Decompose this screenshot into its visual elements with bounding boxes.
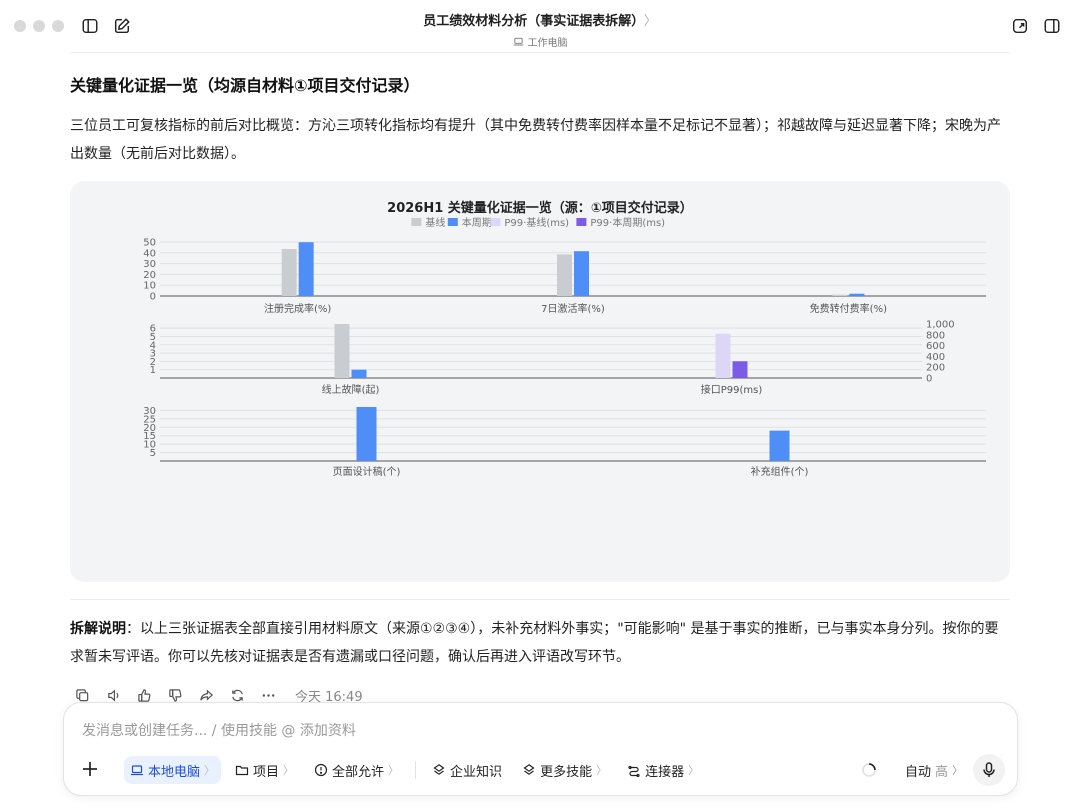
chip-enterprise-knowledge[interactable]: 企业知识 [426, 756, 508, 784]
y2-tick-label: 1,000 [926, 320, 955, 331]
y2-tick-label: 400 [926, 352, 945, 363]
chip-label: 企业知识 [450, 764, 503, 780]
summary-paragraph: 三位员工可复核指标的前后对比概览：方沁三项转化指标均有提升（其中免费转付费率因样… [70, 118, 1001, 162]
chip-label: 本地电脑 [148, 764, 201, 780]
y2-tick-label: 600 [926, 341, 945, 352]
mode-selector[interactable]: 自动 高 〉 [905, 761, 963, 780]
legend-swatch [490, 218, 501, 226]
y2-tick-label: 0 [926, 374, 932, 385]
microphone-button[interactable] [973, 754, 1005, 786]
chip-permissions[interactable]: 全部允许 〉 [308, 756, 405, 784]
share-window-icon[interactable] [1010, 16, 1030, 36]
message-composer: 发消息或创建任务... / 使用技能 @ 添加资料 本地电脑 〉 项目 〉 全部… [63, 702, 1018, 796]
explanation-label: 拆解说明 [70, 621, 126, 637]
chart-title: 2026H1 关键量化证据一览（源：①项目交付记录） [387, 200, 693, 216]
x-category-label: 7日激活率(%) [541, 302, 605, 315]
chip-label: 更多技能 [540, 764, 593, 780]
bar [849, 293, 865, 296]
y-tick-label: 6 [150, 324, 156, 335]
bar [356, 407, 377, 461]
bar [732, 361, 748, 378]
add-attachment-icon[interactable] [80, 759, 100, 779]
chip-more-skills[interactable]: 更多技能 〉 [516, 756, 613, 784]
folder-icon [235, 765, 249, 776]
bar [715, 333, 731, 378]
bar [334, 324, 350, 378]
y-tick-label: 30 [143, 259, 156, 270]
header-divider [70, 52, 1010, 53]
x-category-label: 注册完成率(%) [264, 302, 331, 315]
y-tick-label: 40 [143, 248, 156, 259]
content-divider [70, 599, 1010, 600]
chevron-right-icon: 〉 [688, 764, 700, 777]
connector-icon [628, 765, 640, 777]
title-chevron-icon: 〉 [643, 14, 657, 29]
microphone-icon [983, 762, 995, 777]
bar [351, 369, 367, 378]
window-title-area[interactable]: 员工绩效材料分析（事实证据表拆解） 〉 工作电脑 [0, 10, 1080, 51]
laptop-icon [513, 37, 523, 46]
bar [557, 254, 572, 296]
legend-swatch [411, 218, 422, 226]
bar [298, 242, 314, 296]
chip-divider [415, 761, 417, 779]
right-panel-toggle-icon[interactable] [1042, 16, 1062, 36]
evidence-chart: 2026H1 关键量化证据一览（源：①项目交付记录）基线 本周期 P99·基线(ms… [143, 200, 986, 478]
y-tick-label: 10 [143, 281, 156, 292]
bar [574, 251, 589, 296]
chevron-right-icon: 〉 [388, 764, 400, 777]
composer-input[interactable]: 发消息或创建任务... / 使用技能 @ 添加资料 [82, 720, 356, 740]
explanation-paragraph: 拆解说明：以上三张证据表全部直接引用材料原文（来源①②③④），未补充材料外事实；… [70, 615, 1010, 671]
legend-swatch [447, 218, 458, 226]
subtitle-text: 工作电脑 [527, 38, 568, 49]
composer-right-controls: 自动 高 〉 [861, 754, 1005, 786]
bar [832, 294, 848, 296]
legend-label: 基线 [425, 216, 445, 229]
y2-tick-label: 800 [926, 330, 945, 341]
mode-label: 自动 [904, 764, 931, 780]
chevron-right-icon: 〉 [204, 764, 216, 777]
y-tick-label: 30 [143, 406, 156, 417]
bar [769, 430, 790, 461]
chip-connectors[interactable]: 连接器 〉 [621, 756, 705, 784]
x-category-label: 页面设计稿(个) [333, 465, 401, 478]
chevron-right-icon: 〉 [952, 764, 963, 777]
chip-label: 连接器 [645, 764, 685, 780]
chip-local-computer[interactable]: 本地电脑 〉 [124, 756, 222, 784]
window-subtitle: 工作电脑 [513, 34, 568, 49]
chip-label: 全部允许 [332, 764, 385, 780]
x-category-label: 免费转付费率(%) [810, 302, 887, 315]
chevron-right-icon: 〉 [283, 764, 295, 777]
legend-label: 本周期 [462, 216, 492, 229]
legend-swatch [576, 218, 587, 226]
loading-spinner-icon [862, 763, 876, 777]
chevron-right-icon: 〉 [596, 764, 608, 777]
x-category-label: 线上故障(起) [322, 383, 380, 396]
laptop-icon [131, 765, 143, 776]
chip-project[interactable]: 项目 〉 [229, 756, 300, 784]
bar [281, 249, 297, 296]
composer-chips: 本地电脑 〉 项目 〉 全部允许 〉 企业知识 更多技能 〉 连接器 〉 [124, 756, 705, 784]
mode-level: 高 [934, 764, 948, 780]
layers-icon [433, 764, 445, 775]
y2-tick-label: 200 [926, 363, 945, 374]
explanation-text: ：以上三张证据表全部直接引用材料原文（来源①②③④），未补充材料外事实；"可能影… [70, 621, 999, 665]
evidence-chart-card: 2026H1 关键量化证据一览（源：①项目交付记录） 基线 本周期 P99·基线(ms… [70, 181, 1010, 582]
y-tick-label: 0 [150, 292, 156, 303]
x-category-label: 接口P99(ms) [701, 383, 763, 396]
y-tick-label: 50 [143, 238, 156, 249]
chip-label: 项目 [253, 764, 280, 780]
legend-label: P99·本周期(ms) [590, 216, 665, 229]
legend-label: P99·基线(ms) [504, 216, 569, 229]
alert-circle-icon [314, 763, 328, 777]
x-category-label: 补充组件(个) [751, 465, 809, 478]
section-heading: 关键量化证据一览（均源自材料①项目交付记录） [70, 76, 420, 95]
y-tick-label: 20 [143, 270, 156, 281]
window-title: 员工绩效材料分析（事实证据表拆解） [423, 14, 638, 29]
layers-icon [523, 764, 535, 775]
title-bar: 员工绩效材料分析（事实证据表拆解） 〉 工作电脑 [0, 0, 1080, 52]
